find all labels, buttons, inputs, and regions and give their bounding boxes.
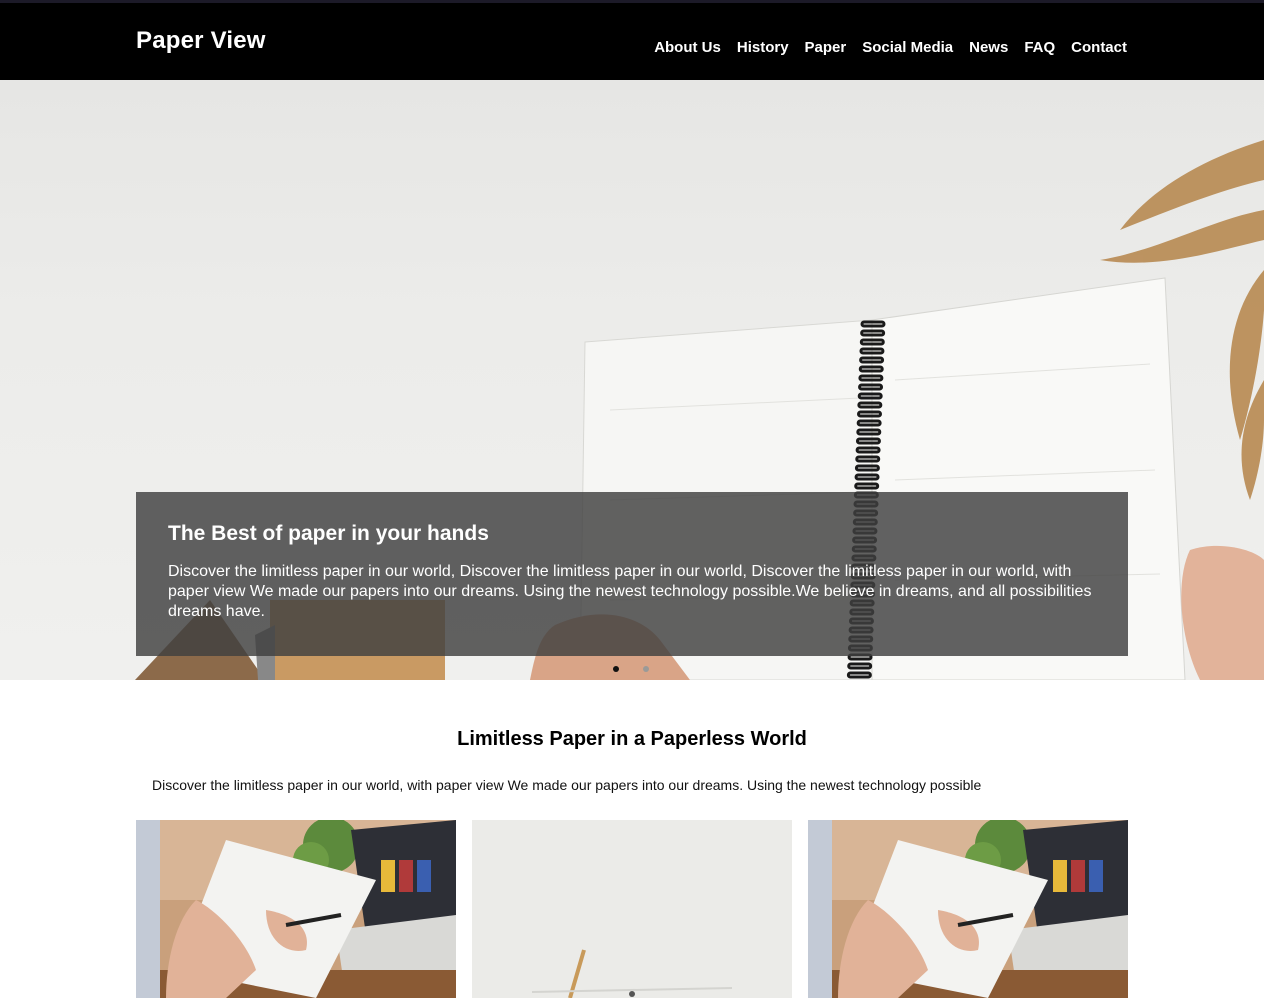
carousel-dot-2[interactable] bbox=[643, 666, 649, 672]
hero-caption: The Best of paper in your hands Discover… bbox=[136, 492, 1128, 656]
card-image-1[interactable] bbox=[136, 820, 456, 998]
pencil-on-paper-image bbox=[472, 820, 792, 998]
card-image-2[interactable] bbox=[472, 820, 792, 998]
nav-faq[interactable]: FAQ bbox=[1024, 39, 1055, 56]
nav-history[interactable]: History bbox=[737, 39, 789, 56]
nav-news[interactable]: News bbox=[969, 39, 1008, 56]
nav-contact[interactable]: Contact bbox=[1071, 39, 1127, 56]
navbar: Paper View About Us History Paper Social… bbox=[0, 3, 1264, 80]
carousel-indicators bbox=[0, 664, 1264, 676]
hero-title: The Best of paper in your hands bbox=[168, 522, 489, 545]
card-image-3[interactable] bbox=[808, 820, 1128, 998]
person-reading-document-image bbox=[136, 820, 456, 998]
person-reading-document-image bbox=[808, 820, 1128, 998]
nav-about-us[interactable]: About Us bbox=[654, 39, 721, 56]
carousel-dot-1[interactable] bbox=[613, 666, 619, 672]
section-text: Discover the limitless paper in our worl… bbox=[152, 777, 982, 793]
main-nav: About Us History Paper Social Media News… bbox=[654, 39, 1127, 56]
nav-social-media[interactable]: Social Media bbox=[862, 39, 953, 56]
section-title: Limitless Paper in a Paperless World bbox=[457, 728, 807, 750]
hero-text: Discover the limitless paper in our worl… bbox=[168, 563, 1092, 620]
hero-carousel: The Best of paper in your hands Discover… bbox=[0, 80, 1264, 680]
brand-logo[interactable]: Paper View bbox=[136, 27, 266, 55]
nav-paper[interactable]: Paper bbox=[805, 39, 847, 56]
